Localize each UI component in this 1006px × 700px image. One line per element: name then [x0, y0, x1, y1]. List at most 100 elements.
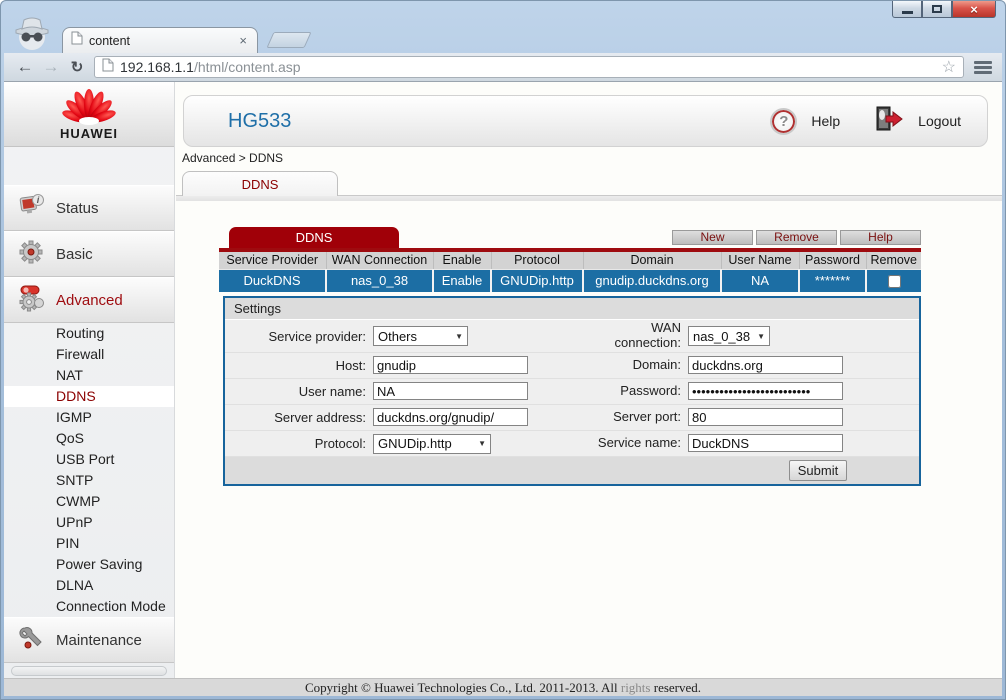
device-header: HG533 ? Help Logout — [183, 95, 988, 147]
url-path: /html/content.asp — [194, 59, 301, 75]
column-header: Enable — [433, 252, 491, 269]
browser-toolbar: ← → ↻ 192.168.1.1/html/content.asp ☆ — [4, 53, 1002, 82]
window-controls: × — [892, 1, 996, 18]
main-content: HG533 ? Help Logout Advanced > — [176, 82, 1002, 678]
submit-button[interactable]: Submit — [789, 460, 847, 481]
password-input[interactable] — [688, 382, 843, 400]
sidebar-item-upnp[interactable]: UPnP — [4, 512, 174, 533]
table-header-row: Service Provider WAN Connection Enable P… — [219, 252, 921, 269]
cell-protocol: GNUDip.http — [491, 269, 583, 292]
sidebar-section-maintenance[interactable]: Maintenance — [4, 617, 174, 663]
help-button[interactable]: Help — [840, 230, 921, 245]
sidebar-section-status[interactable]: i Status — [4, 185, 174, 231]
page-favicon — [71, 31, 83, 50]
sidebar-item-nat[interactable]: NAT — [4, 365, 174, 386]
gear-icon — [18, 238, 46, 271]
service-provider-value: Others — [378, 329, 417, 344]
address-bar[interactable]: 192.168.1.1/html/content.asp ☆ — [94, 56, 964, 78]
bookmark-star-icon[interactable]: ☆ — [942, 57, 956, 77]
close-button[interactable]: × — [952, 1, 996, 18]
remove-button[interactable]: Remove — [756, 230, 837, 245]
advanced-submenu: Routing Firewall NAT DDNS IGMP QoS USB P… — [4, 323, 174, 617]
user-name-label: User name: — [225, 384, 366, 399]
huawei-logo-text: HUAWEI — [60, 126, 118, 141]
domain-label: Domain: — [535, 358, 681, 373]
settings-title: Settings — [225, 298, 919, 320]
ddns-table: Service Provider WAN Connection Enable P… — [219, 252, 921, 292]
ddns-table-block: DDNS New Remove Help Service Provider — [219, 227, 921, 486]
maximize-button[interactable] — [922, 1, 952, 18]
reload-button[interactable]: ↻ — [64, 58, 90, 76]
column-header: Remove — [866, 252, 921, 269]
sidebar-item-cwmp[interactable]: CWMP — [4, 491, 174, 512]
sidebar-item-usb-port[interactable]: USB Port — [4, 449, 174, 470]
service-name-input[interactable] — [688, 434, 843, 452]
sidebar-item-firewall[interactable]: Firewall — [4, 344, 174, 365]
sidebar-section-basic[interactable]: Basic — [4, 231, 174, 277]
cell-domain: gnudip.duckdns.org — [583, 269, 721, 292]
server-address-input[interactable] — [373, 408, 528, 426]
tab-ddns[interactable]: DDNS — [182, 171, 338, 196]
table-row[interactable]: DuckDNS nas_0_38 Enable GNUDip.http gnud… — [219, 269, 921, 292]
sidebar-section-label: Basic — [56, 246, 93, 263]
cell-user-name: NA — [721, 269, 799, 292]
server-port-label: Server port: — [535, 410, 681, 425]
wan-connection-select[interactable]: nas_0_38 ▼ — [688, 326, 770, 346]
sidebar-item-dlna[interactable]: DLNA — [4, 575, 174, 596]
service-provider-label: Service provider: — [225, 329, 366, 344]
advanced-gears-icon — [18, 284, 46, 317]
protocol-select[interactable]: GNUDip.http ▼ — [373, 434, 491, 454]
sidebar-horizontal-scrollbar[interactable] — [11, 666, 167, 676]
chevron-down-icon: ▼ — [455, 332, 463, 341]
sidebar-section-label: Advanced — [56, 292, 123, 309]
new-tab-button[interactable] — [266, 32, 311, 48]
sidebar-item-igmp[interactable]: IGMP — [4, 407, 174, 428]
sidebar-section-advanced[interactable]: Advanced — [4, 277, 174, 323]
server-port-input[interactable] — [688, 408, 843, 426]
new-button[interactable]: New — [672, 230, 753, 245]
url-host: 192.168.1.1 — [120, 59, 194, 75]
help-icon[interactable]: ? — [770, 108, 797, 135]
sidebar-item-qos[interactable]: QoS — [4, 428, 174, 449]
back-button[interactable]: ← — [12, 57, 38, 77]
user-name-input[interactable] — [373, 382, 528, 400]
sidebar-item-connection-mode[interactable]: Connection Mode — [4, 596, 174, 617]
domain-input[interactable] — [688, 356, 843, 374]
minimize-icon — [902, 11, 913, 14]
device-model: HG533 — [228, 110, 291, 133]
tab-strip: content × — [4, 27, 1002, 53]
protocol-label: Protocol: — [225, 436, 366, 451]
breadcrumb: Advanced > DDNS — [182, 151, 1002, 166]
column-header: Protocol — [491, 252, 583, 269]
cell-service-provider: DuckDNS — [219, 269, 326, 292]
chevron-down-icon: ▼ — [478, 439, 486, 448]
cell-enable: Enable — [433, 269, 491, 292]
remove-checkbox[interactable] — [888, 275, 901, 288]
browser-tab[interactable]: content × — [62, 27, 258, 53]
password-label: Password: — [535, 384, 681, 399]
help-link[interactable]: Help — [811, 113, 840, 129]
service-name-label: Service name: — [535, 436, 681, 451]
server-address-label: Server address: — [225, 410, 366, 425]
logout-icon[interactable] — [870, 105, 904, 138]
logout-link[interactable]: Logout — [918, 113, 961, 129]
menu-icon — [974, 61, 992, 64]
host-input[interactable] — [373, 356, 528, 374]
sidebar: HUAWEI i Status — [4, 82, 175, 678]
copyright-footer: Copyright © Huawei Technologies Co., Ltd… — [4, 678, 1002, 696]
sidebar-item-sntp[interactable]: SNTP — [4, 470, 174, 491]
service-provider-select[interactable]: Others ▼ — [373, 326, 468, 346]
page-icon — [102, 58, 114, 77]
sidebar-item-ddns[interactable]: DDNS — [4, 386, 174, 407]
wrench-icon — [18, 625, 46, 656]
cell-password: ******* — [799, 269, 866, 292]
table-title: DDNS — [229, 227, 399, 248]
forward-button[interactable]: → — [38, 57, 64, 77]
minimize-button[interactable] — [892, 1, 922, 18]
tab-close-icon[interactable]: × — [237, 34, 249, 47]
sidebar-item-power-saving[interactable]: Power Saving — [4, 554, 174, 575]
menu-button[interactable] — [972, 59, 994, 76]
sidebar-item-routing[interactable]: Routing — [4, 323, 174, 344]
status-icon: i — [18, 192, 46, 225]
sidebar-item-pin[interactable]: PIN — [4, 533, 174, 554]
